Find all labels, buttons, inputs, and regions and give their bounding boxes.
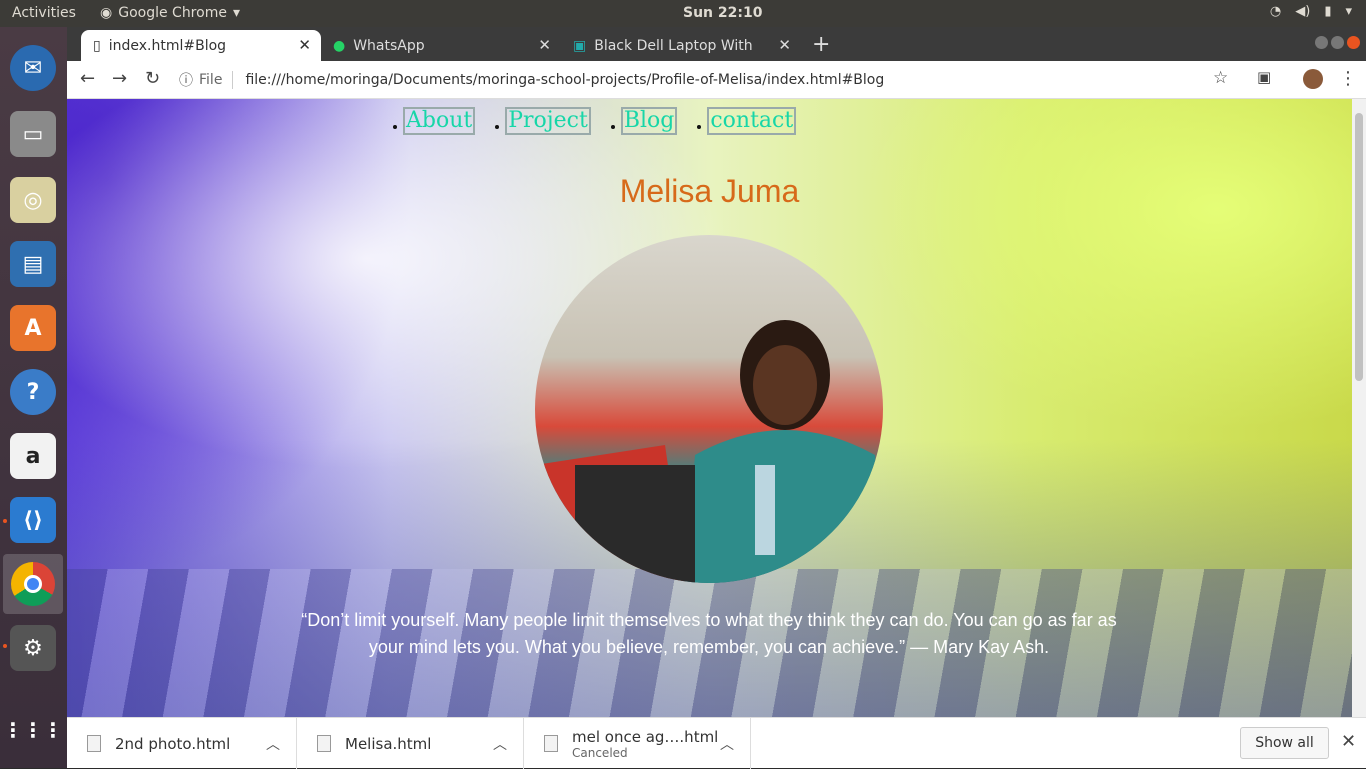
maximize-button[interactable] — [1331, 36, 1344, 49]
bullet — [393, 125, 397, 129]
chevron-up-icon[interactable]: ︿ — [720, 734, 734, 754]
show-apps-icon[interactable]: ⋮⋮⋮ — [3, 707, 63, 753]
nav-contact[interactable]: contact — [707, 107, 797, 135]
browser-toolbar: ← → ↻ ⓘ File file:///home/moringa/Docume… — [67, 61, 1366, 99]
software-center-icon[interactable]: A — [10, 305, 56, 351]
close-tab-icon[interactable]: ✕ — [778, 36, 791, 54]
close-tab-icon[interactable]: ✕ — [538, 36, 551, 54]
files-icon[interactable]: ▭ — [10, 111, 56, 157]
back-button[interactable]: ← — [80, 68, 95, 89]
minimize-button[interactable] — [1315, 36, 1328, 49]
show-all-button[interactable]: Show all — [1240, 727, 1329, 759]
profile-name: Melisa Juma — [619, 173, 800, 209]
running-indicator — [3, 644, 7, 648]
amazon-icon[interactable]: a — [10, 433, 56, 479]
system-tray[interactable]: ◔ ◀) ▮ ▾ — [1270, 4, 1352, 19]
file-icon — [87, 735, 101, 752]
download-item[interactable]: Melisa.html ︿ — [297, 718, 524, 769]
tab-title: Black Dell Laptop With Bl — [594, 37, 755, 54]
reload-button[interactable]: ↻ — [145, 68, 160, 89]
tab-whatsapp[interactable]: ● WhatsApp ✕ — [321, 30, 561, 61]
running-indicator — [3, 519, 7, 523]
download-name: mel once ag….html — [572, 727, 719, 746]
power-menu-icon: ▾ — [1345, 4, 1352, 19]
profile-avatar[interactable] — [1303, 69, 1323, 89]
close-tab-icon[interactable]: ✕ — [298, 36, 311, 54]
top-panel: Activities ◉ Google Chrome ▾ Sun 22:10 ◔ ◀… — [0, 0, 1366, 27]
close-window-button[interactable] — [1347, 36, 1360, 49]
download-item[interactable]: mel once ag….html Canceled ︿ — [524, 718, 751, 769]
window-controls — [1315, 36, 1360, 49]
chrome-icon: ◉ — [100, 5, 113, 21]
new-tab-button[interactable]: + — [812, 32, 830, 57]
tab-title: WhatsApp — [353, 37, 425, 54]
page-viewport: About Project Blog contact Melisa Juma “… — [67, 99, 1352, 717]
wifi-icon: ◔ — [1269, 4, 1282, 19]
help-icon[interactable]: ? — [10, 369, 56, 415]
app-menu[interactable]: ◉ Google Chrome ▾ — [100, 5, 240, 21]
file-icon — [317, 735, 331, 752]
profile-photo — [535, 235, 883, 583]
bullet — [610, 125, 615, 129]
thunderbird-icon[interactable]: ✉ — [10, 45, 56, 91]
download-status: Canceled — [572, 745, 628, 760]
chrome-dock-icon[interactable] — [3, 554, 63, 614]
download-shelf: 2nd photo.html ︿ Melisa.html ︿ mel once ag… — [67, 717, 1366, 769]
download-item[interactable]: 2nd photo.html ︿ — [67, 718, 297, 769]
file-icon: ▯ — [93, 37, 101, 54]
scroll-thumb[interactable] — [1355, 113, 1363, 381]
writer-icon[interactable]: ▤ — [10, 241, 56, 287]
tab-dell[interactable]: ▣ Black Dell Laptop With Bl ✕ — [561, 30, 801, 61]
chevron-up-icon[interactable]: ︿ — [493, 734, 507, 754]
site-nav: About Project Blog contact — [393, 107, 816, 135]
download-name: 2nd photo.html — [115, 734, 231, 753]
nav-blog[interactable]: Blog — [620, 107, 678, 135]
extension-icon[interactable]: ▣ — [1257, 68, 1271, 86]
bullet — [697, 125, 702, 129]
bookmark-star-icon[interactable]: ☆ — [1213, 68, 1228, 88]
quote-text: “Don’t limit yourself. Many people limit… — [301, 610, 1117, 657]
browser-window: ▯ index.html#Blog ✕ ● WhatsApp ✕ ▣ Black Dell… — [67, 27, 1366, 769]
bullet — [495, 125, 500, 129]
scheme-label: File — [199, 72, 223, 88]
chevron-up-icon[interactable]: ︿ — [266, 734, 280, 754]
divider — [232, 71, 234, 89]
tab-index[interactable]: ▯ index.html#Blog ✕ — [81, 30, 321, 61]
info-icon[interactable]: ⓘ — [179, 70, 193, 90]
download-name: Melisa.html — [345, 734, 432, 753]
close-icon[interactable]: ✕ — [1341, 731, 1356, 752]
url-text[interactable]: file:///home/moringa/Documents/moringa-s… — [245, 72, 884, 88]
app-menu-label: Google Chrome — [118, 5, 227, 21]
activities-button[interactable]: Activities — [12, 5, 76, 21]
volume-icon: ◀) — [1295, 4, 1311, 19]
tab-title: index.html#Blog — [108, 37, 227, 54]
settings-icon[interactable]: ⚙ — [10, 625, 56, 671]
file-icon — [544, 735, 558, 752]
nav-about[interactable]: About — [403, 107, 476, 135]
dock: ✉ ▭ ◎ ▤ A ? a ⟨⟩ ⚙ ⋮⋮⋮ — [0, 27, 67, 768]
whatsapp-icon: ● — [333, 37, 346, 54]
vscode-icon[interactable]: ⟨⟩ — [10, 497, 56, 543]
clock[interactable]: Sun 22:10 — [683, 5, 762, 21]
address-bar[interactable]: ⓘ File file:///home/moringa/Documents/mo… — [179, 67, 1219, 93]
caret-down-icon: ▾ — [232, 5, 240, 21]
tab-strip: ▯ index.html#Blog ✕ ● WhatsApp ✕ ▣ Black Dell… — [67, 27, 1366, 61]
rhythmbox-icon[interactable]: ◎ — [10, 177, 56, 223]
forward-button[interactable]: → — [112, 68, 127, 89]
battery-icon: ▮ — [1324, 4, 1332, 19]
page-icon: ▣ — [573, 37, 587, 54]
nav-project[interactable]: Project — [505, 107, 591, 135]
menu-icon[interactable]: ⋮ — [1339, 68, 1357, 89]
vertical-scrollbar[interactable] — [1352, 99, 1366, 717]
